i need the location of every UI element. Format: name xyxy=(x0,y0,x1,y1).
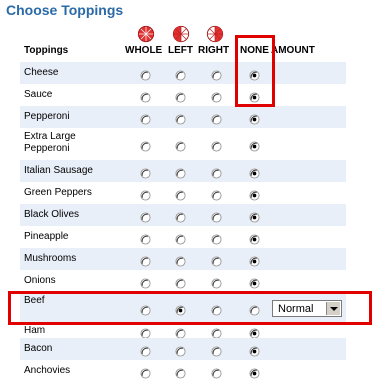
whole-radio[interactable] xyxy=(140,139,151,152)
table-row: Green Peppers xyxy=(20,182,346,204)
topping-label: Sauce xyxy=(24,89,53,100)
left-radio[interactable] xyxy=(175,68,186,81)
right-radio[interactable] xyxy=(211,254,222,267)
topping-label: Extra Large Pepperoni xyxy=(24,131,76,154)
none-radio[interactable] xyxy=(249,344,260,357)
right-radio[interactable] xyxy=(211,210,222,223)
whole-radio[interactable] xyxy=(140,276,151,289)
table-row: Extra Large Pepperoni xyxy=(20,128,346,160)
table-row: Pineapple xyxy=(20,226,346,248)
table-row: Pepperoni xyxy=(20,106,346,128)
left-radio[interactable] xyxy=(175,188,186,201)
none-radio[interactable] xyxy=(249,254,260,267)
right-radio[interactable] xyxy=(211,366,222,379)
table-row: Bacon xyxy=(20,338,346,360)
left-radio[interactable] xyxy=(175,112,186,125)
left-column-header: LEFT xyxy=(168,45,193,56)
table-row: Mushrooms xyxy=(20,248,346,270)
whole-radio[interactable] xyxy=(140,166,151,179)
table-row: Anchovies xyxy=(20,360,346,382)
whole-column-header: WHOLE xyxy=(125,45,163,56)
none-radio[interactable] xyxy=(249,188,260,201)
left-radio[interactable] xyxy=(175,276,186,289)
right-radio[interactable] xyxy=(211,276,222,289)
none-radio[interactable] xyxy=(249,166,260,179)
none-radio[interactable] xyxy=(249,139,260,152)
left-half-pizza-icon xyxy=(172,25,190,43)
page-title: Choose Toppings xyxy=(6,2,124,18)
left-radio[interactable] xyxy=(175,254,186,267)
right-half-pizza-icon xyxy=(206,25,224,43)
none-radio[interactable] xyxy=(249,112,260,125)
topping-label: Pepperoni xyxy=(24,111,70,122)
right-radio[interactable] xyxy=(211,90,222,103)
topping-label: Cheese xyxy=(24,67,59,78)
right-radio[interactable] xyxy=(211,166,222,179)
table-row: Italian Sausage xyxy=(20,160,346,182)
topping-label: Ham xyxy=(24,325,46,336)
right-radio[interactable] xyxy=(211,188,222,201)
whole-radio[interactable] xyxy=(140,112,151,125)
right-radio[interactable] xyxy=(211,112,222,125)
left-radio[interactable] xyxy=(175,90,186,103)
topping-label: Bacon xyxy=(24,343,53,354)
none-radio[interactable] xyxy=(249,366,260,379)
whole-radio[interactable] xyxy=(140,188,151,201)
whole-radio[interactable] xyxy=(140,232,151,245)
amount-column-header: AMOUNT xyxy=(271,45,315,56)
topping-label: Mushrooms xyxy=(24,253,77,264)
none-column-highlight xyxy=(235,35,275,107)
left-radio[interactable] xyxy=(175,344,186,357)
right-radio[interactable] xyxy=(211,139,222,152)
left-radio[interactable] xyxy=(175,166,186,179)
topping-label: Anchovies xyxy=(24,365,71,376)
right-radio[interactable] xyxy=(211,232,222,245)
topping-label: Green Peppers xyxy=(24,187,92,198)
table-row: Black Olives xyxy=(20,204,346,226)
topping-label: Black Olives xyxy=(24,209,80,220)
table-row: Onions xyxy=(20,270,346,292)
none-radio[interactable] xyxy=(249,276,260,289)
left-radio[interactable] xyxy=(175,139,186,152)
right-column-header: RIGHT xyxy=(198,45,230,56)
whole-pizza-icon xyxy=(137,25,155,43)
left-radio[interactable] xyxy=(175,210,186,223)
beef-row-highlight xyxy=(8,291,372,325)
whole-radio[interactable] xyxy=(140,326,151,339)
whole-radio[interactable] xyxy=(140,344,151,357)
whole-radio[interactable] xyxy=(140,68,151,81)
topping-label: Italian Sausage xyxy=(24,165,93,176)
topping-label: Onions xyxy=(24,275,56,286)
table-row: Ham xyxy=(20,324,346,339)
right-radio[interactable] xyxy=(211,68,222,81)
whole-radio[interactable] xyxy=(140,210,151,223)
right-radio[interactable] xyxy=(211,344,222,357)
left-radio[interactable] xyxy=(175,366,186,379)
toppings-column-header: Toppings xyxy=(24,45,69,56)
whole-radio[interactable] xyxy=(140,254,151,267)
whole-radio[interactable] xyxy=(140,90,151,103)
none-radio[interactable] xyxy=(249,210,260,223)
none-radio[interactable] xyxy=(249,232,260,245)
left-radio[interactable] xyxy=(175,326,186,339)
left-radio[interactable] xyxy=(175,232,186,245)
right-radio[interactable] xyxy=(211,326,222,339)
topping-label: Pineapple xyxy=(24,231,69,242)
table-row: Sauce xyxy=(20,84,346,106)
whole-radio[interactable] xyxy=(140,366,151,379)
table-row: Cheese xyxy=(20,62,346,84)
none-radio[interactable] xyxy=(249,326,260,339)
